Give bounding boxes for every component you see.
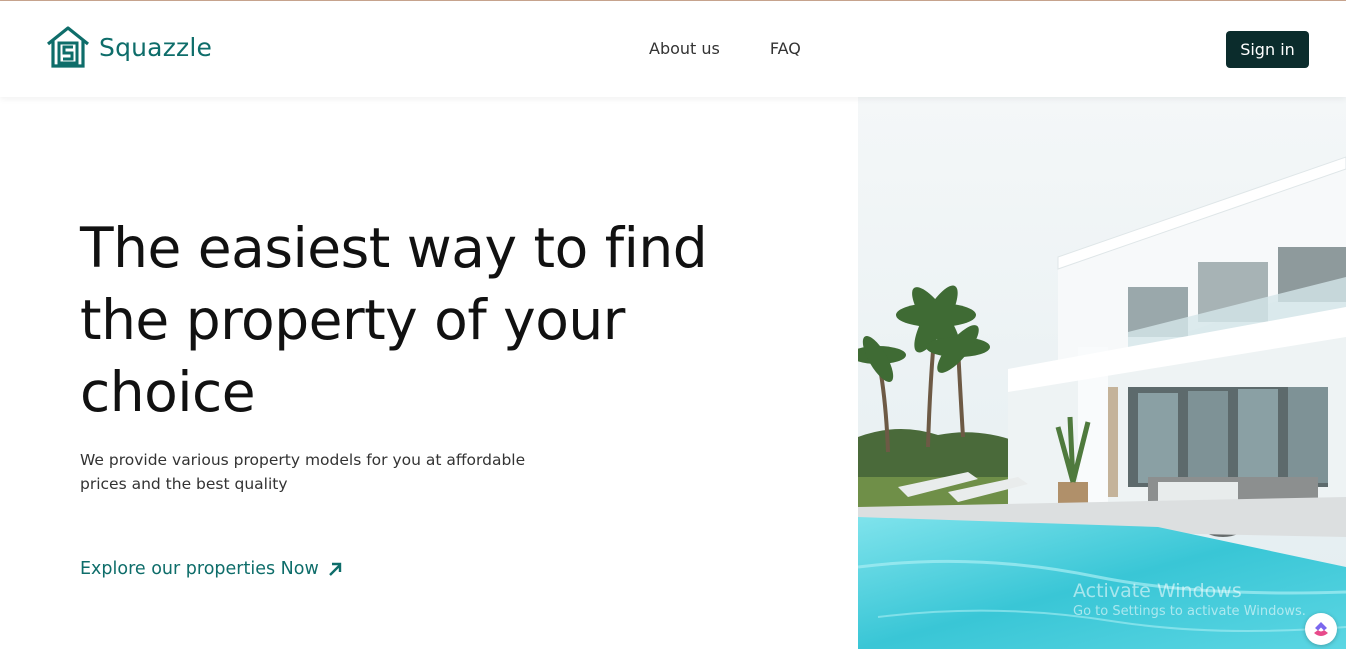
main-nav: About us FAQ [649, 39, 801, 58]
logo[interactable]: Squazzle [45, 24, 212, 70]
nav-about-us[interactable]: About us [649, 39, 720, 58]
house-s-icon [47, 26, 89, 68]
arrow-up-right-icon [328, 562, 341, 576]
site-header: Squazzle About us FAQ Sign in [0, 1, 1346, 97]
sign-in-button[interactable]: Sign in [1226, 31, 1309, 68]
clickup-icon [1314, 622, 1328, 636]
nav-faq[interactable]: FAQ [770, 39, 801, 58]
hero-subtitle: We provide various property models for y… [80, 451, 526, 493]
brand-name: Squazzle [99, 32, 213, 62]
villa-with-pool-image [858, 97, 1346, 649]
explore-link-label: Explore our properties Now [80, 559, 319, 579]
clickup-fab[interactable] [1305, 613, 1337, 645]
hero-title: The easiest way to find the property of … [80, 216, 708, 424]
explore-properties-link[interactable]: Explore our properties Now [80, 559, 343, 579]
